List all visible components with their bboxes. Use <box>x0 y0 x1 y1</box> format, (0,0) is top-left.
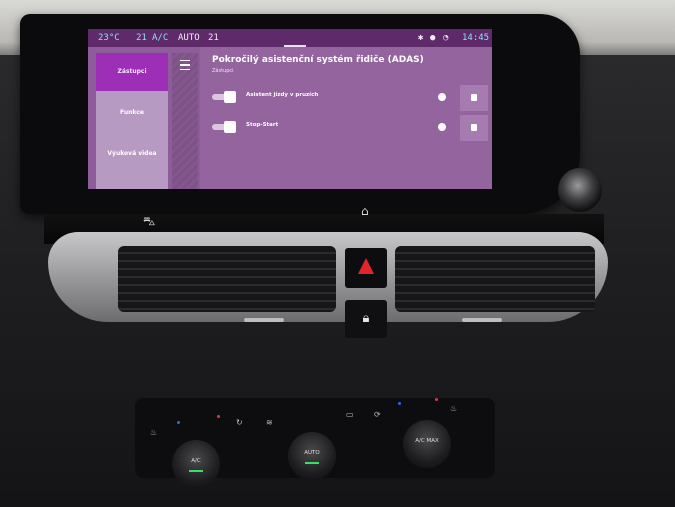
sidebar-item-zastupci[interactable]: Zástupci <box>96 53 168 91</box>
left-vent-slider[interactable] <box>244 318 284 322</box>
pin-icon <box>471 94 477 101</box>
profile-icon: ● <box>430 33 436 43</box>
indicator-led <box>217 415 220 418</box>
indicator-led <box>435 398 438 401</box>
lock-button[interactable]: 🔒︎ <box>345 300 387 338</box>
fan-mode-dial[interactable]: AUTO <box>288 432 336 480</box>
heated-seat-right-icon[interactable]: ♨ <box>450 404 457 413</box>
car-icon[interactable]: ⛍ <box>143 214 155 230</box>
rear-defrost-icon[interactable]: ▭ <box>346 410 354 419</box>
volume-knob[interactable] <box>558 168 602 212</box>
dial-label: A/C MAX <box>415 438 439 444</box>
infotainment-screen: 23°C 21 A/C AUTO 21 ✱ ● ◔ 14:45 Zástupci… <box>88 29 492 189</box>
page-title: Pokročilý asistenční systém řidiče (ADAS… <box>212 55 424 65</box>
air-distribution-icon[interactable]: ⟳ <box>374 410 381 419</box>
setting-label: Stop-Start <box>246 122 279 128</box>
sidebar-item-funkce[interactable]: Funkce <box>96 94 168 132</box>
recirculation-icon[interactable]: ↻ <box>236 418 243 427</box>
right-temperature-dial[interactable]: A/C MAX <box>403 420 451 468</box>
right-vent-slider[interactable] <box>462 318 502 322</box>
status-fan-level[interactable]: 21 <box>136 29 147 47</box>
status-clock: 14:45 <box>462 33 490 43</box>
menu-column <box>172 53 198 189</box>
status-temp-right[interactable]: 21 <box>208 29 219 47</box>
indicator-led <box>398 402 401 405</box>
hazard-button[interactable] <box>345 248 387 288</box>
status-dot-icon <box>438 123 446 131</box>
shortcut-button[interactable] <box>460 85 488 111</box>
status-mode-label[interactable]: AUTO <box>178 29 200 47</box>
setting-label: Asistent jízdy v pruzích <box>246 92 319 98</box>
hazard-icon <box>358 258 374 274</box>
shortcut-button[interactable] <box>460 115 488 141</box>
status-dot-icon <box>438 93 446 101</box>
status-ac-label[interactable]: A/C <box>152 29 168 47</box>
lock-icon: 🔒︎ <box>362 311 370 326</box>
signal-icon: ◔ <box>443 33 449 43</box>
toggle-knob[interactable] <box>224 121 236 133</box>
left-air-vent[interactable] <box>118 246 336 312</box>
home-icon[interactable]: ⌂ <box>361 204 369 218</box>
setting-row-lane-assist[interactable]: Asistent jízdy v pruzích <box>206 85 488 111</box>
dial-led <box>189 470 203 472</box>
bluetooth-icon: ✱ <box>418 33 424 43</box>
hamburger-icon[interactable] <box>180 60 190 70</box>
dial-label: AUTO <box>304 450 320 456</box>
page-subtitle: Zástupci <box>212 68 234 74</box>
sidebar-item-vyukova-videa[interactable]: Výuková videa <box>96 135 168 173</box>
status-temp-left[interactable]: 23°C <box>98 29 120 47</box>
indicator-led <box>177 421 180 424</box>
dial-led <box>305 462 319 464</box>
defrost-icon[interactable]: ≋ <box>266 418 273 427</box>
toggle-knob[interactable] <box>224 91 236 103</box>
right-air-vent[interactable] <box>395 246 595 312</box>
heated-seat-icon[interactable]: ♨ <box>150 428 157 437</box>
setting-row-stop-start[interactable]: Stop-Start <box>206 115 488 141</box>
left-temperature-dial[interactable]: A/C <box>172 440 220 488</box>
dial-label: A/C <box>191 458 201 464</box>
pin-icon <box>471 124 477 131</box>
